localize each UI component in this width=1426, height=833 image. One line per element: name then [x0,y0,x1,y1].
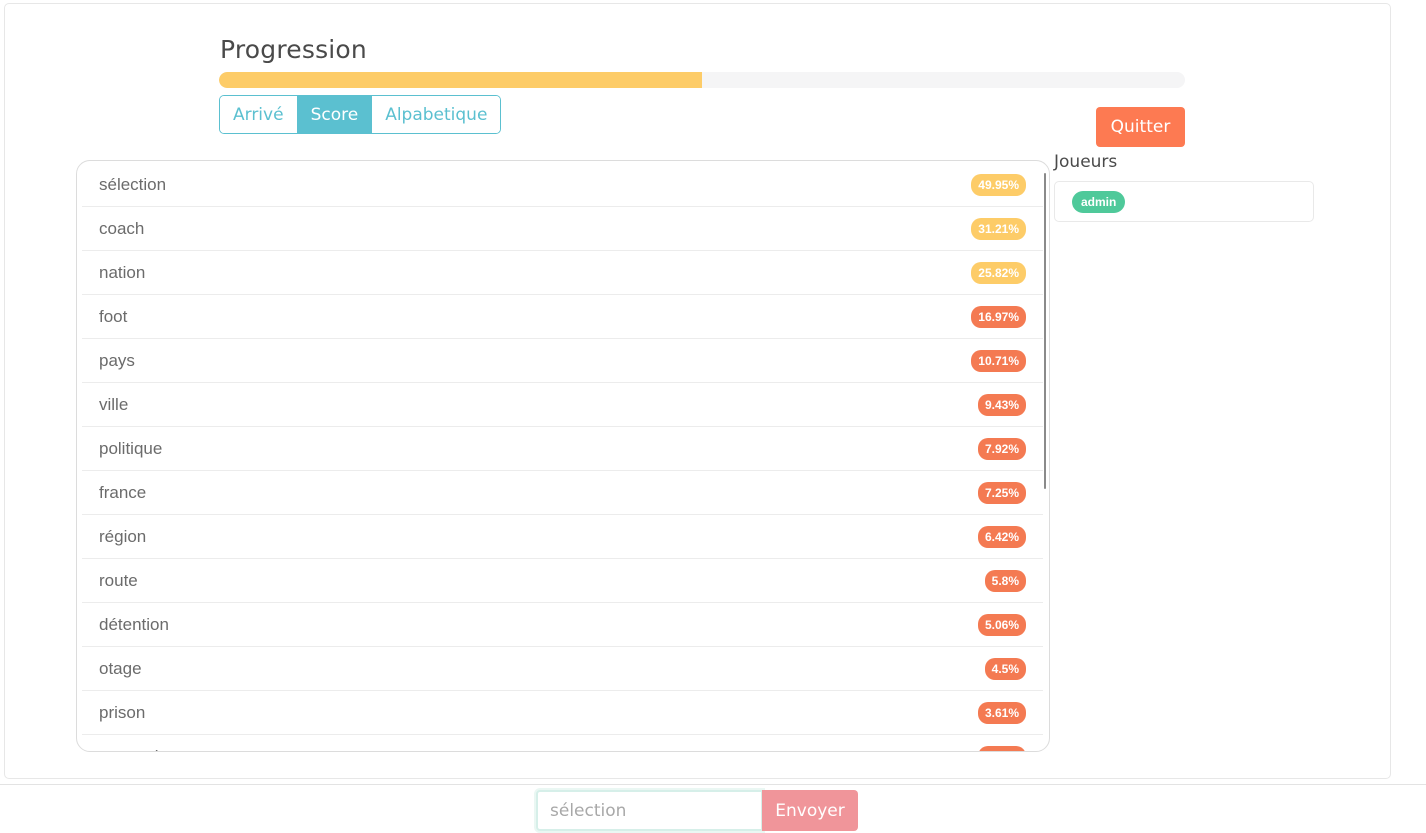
word-row: route 5.8% [82,559,1043,603]
scrollbar-thumb[interactable] [1044,173,1046,489]
send-button[interactable]: Envoyer [762,790,858,831]
word-label: otage [99,658,142,678]
score-badge: 9.43% [977,393,1026,416]
word-row: pays 10.71% [82,339,1043,383]
score-badge: 5.06% [977,613,1026,636]
score-badge: 16.97% [971,305,1026,328]
word-list[interactable]: sélection 49.95% coach 31.21% nation 25.82% fo… [76,160,1050,752]
sort-arrive-button[interactable]: Arrivé [220,96,298,133]
word-label: politique [99,438,163,458]
word-row: foot 16.97% [82,295,1043,339]
score-badge: 49.95% [971,173,1026,196]
players-title: Joueurs [1054,152,1118,172]
sort-button-group: Arrivé Score Alpabetique [219,95,502,134]
word-label: nation [99,262,146,282]
word-label: route [99,570,138,590]
word-label: prison [99,702,146,722]
score-badge: 31.21% [971,217,1026,240]
word-row: prison 3.61% [82,691,1043,735]
score-badge: 7.92% [977,437,1026,460]
footer-divider [0,784,1426,785]
players-list: admin [1054,181,1314,222]
word-row: attestation 3.13% [82,735,1043,752]
score-badge: 4.5% [984,657,1026,680]
word-row: sélection 49.95% [82,163,1043,207]
word-label: attestation [99,747,177,752]
word-row: france 7.25% [82,471,1043,515]
word-label: détention [99,614,169,634]
progress-bar [219,72,1185,88]
word-input[interactable] [536,790,763,831]
word-label: région [99,526,147,546]
score-badge: 7.25% [977,481,1026,504]
score-badge: 10.71% [971,349,1026,372]
word-label: ville [99,394,129,414]
word-label: france [99,482,147,502]
word-label: foot [99,306,128,326]
word-label: pays [99,350,135,370]
word-label: sélection [99,174,167,194]
page-title: Progression [220,35,367,64]
word-row: détention 5.06% [82,603,1043,647]
word-row: région 6.42% [82,515,1043,559]
word-row: coach 31.21% [82,207,1043,251]
word-row: ville 9.43% [82,383,1043,427]
score-badge: 25.82% [971,261,1026,284]
score-badge: 6.42% [977,525,1026,548]
score-badge: 3.61% [977,701,1026,724]
progress-fill [219,72,702,88]
score-badge: 5.8% [984,569,1026,592]
word-row: otage 4.5% [82,647,1043,691]
word-label: coach [99,218,145,238]
score-badge: 3.13% [977,745,1026,751]
word-row: politique 7.92% [82,427,1043,471]
word-row: nation 25.82% [82,251,1043,295]
quit-button[interactable]: Quitter [1096,107,1185,147]
sort-alphabetic-button[interactable]: Alpabetique [372,96,501,133]
player-badge: admin [1072,191,1126,213]
sort-score-button[interactable]: Score [297,96,373,133]
